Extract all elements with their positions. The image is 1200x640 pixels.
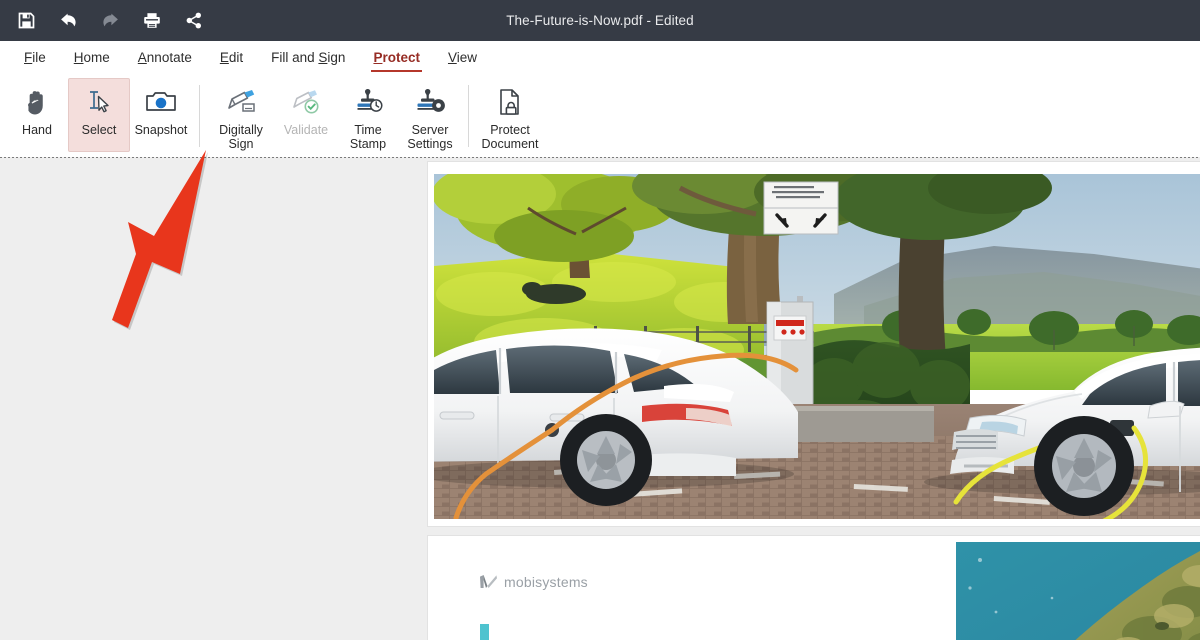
validate-label: Validate <box>283 123 329 137</box>
redo-icon <box>98 9 122 33</box>
select-cursor-icon <box>84 86 114 118</box>
teal-water-coastline-photo <box>956 542 1200 640</box>
digitally-sign-button[interactable]: Digitally Sign <box>207 78 275 152</box>
mobisystems-logo-text: mobisystems <box>504 574 588 590</box>
mobisystems-logo: mobisystems <box>480 574 588 590</box>
protect-document-button[interactable]: Protect Document <box>476 78 544 152</box>
document-page-2[interactable]: mobisystems <box>428 536 1200 640</box>
hand-tool-button[interactable]: Hand <box>6 78 68 152</box>
digital-signature-icon <box>225 86 257 118</box>
share-icon[interactable] <box>182 9 206 33</box>
undo-icon[interactable] <box>56 9 80 33</box>
toolbar-separator-2 <box>468 85 469 147</box>
document-canvas[interactable]: mobisystems <box>0 158 1200 640</box>
ribbon-toolbar: Hand Select Snapshot Digitally Sign Vali… <box>0 75 1200 157</box>
document-lock-icon <box>495 86 525 118</box>
server-settings-button[interactable]: Server Settings <box>399 78 461 152</box>
menu-item-file[interactable]: File <box>10 46 60 71</box>
electric-vehicle-charging-photo <box>434 174 1200 519</box>
snapshot-label: Snapshot <box>134 123 188 137</box>
menu-bar: File Home Annotate Edit Fill and Sign Pr… <box>0 41 1200 75</box>
print-icon[interactable] <box>140 9 164 33</box>
server-settings-icon <box>414 86 446 118</box>
toolbar-separator <box>199 85 200 147</box>
document-page-1[interactable] <box>428 162 1200 526</box>
protect-document-label: Protect Document <box>481 123 539 151</box>
menu-item-edit[interactable]: Edit <box>206 46 257 71</box>
menu-item-home[interactable]: Home <box>60 46 124 71</box>
select-tool-label: Select <box>81 123 117 137</box>
hand-icon <box>24 86 50 118</box>
letterhead-accent-bar <box>480 624 489 640</box>
select-tool-button[interactable]: Select <box>68 78 130 152</box>
validate-signature-icon <box>290 86 322 118</box>
time-stamp-label: Time Stamp <box>349 123 387 151</box>
mobisystems-logo-mark <box>480 575 497 588</box>
hand-tool-label: Hand <box>22 123 52 137</box>
server-settings-label: Server Settings <box>407 123 453 151</box>
save-icon[interactable] <box>14 9 38 33</box>
time-stamp-icon <box>352 86 384 118</box>
title-bar: The-Future-is-Now.pdf - Edited <box>0 0 1200 41</box>
time-stamp-button[interactable]: Time Stamp <box>337 78 399 152</box>
quick-access-toolbar <box>0 9 206 33</box>
pdf-editor-window: The-Future-is-Now.pdf - Edited File Home… <box>0 0 1200 640</box>
snapshot-button[interactable]: Snapshot <box>130 78 192 152</box>
digitally-sign-label: Digitally Sign <box>219 123 263 151</box>
validate-button: Validate <box>275 78 337 152</box>
menu-item-annotate[interactable]: Annotate <box>124 46 206 71</box>
menu-item-fill-and-sign[interactable]: Fill and Sign <box>257 46 359 71</box>
menu-item-protect[interactable]: Protect <box>359 46 434 72</box>
menu-item-view[interactable]: View <box>434 46 491 71</box>
camera-icon <box>145 86 177 118</box>
